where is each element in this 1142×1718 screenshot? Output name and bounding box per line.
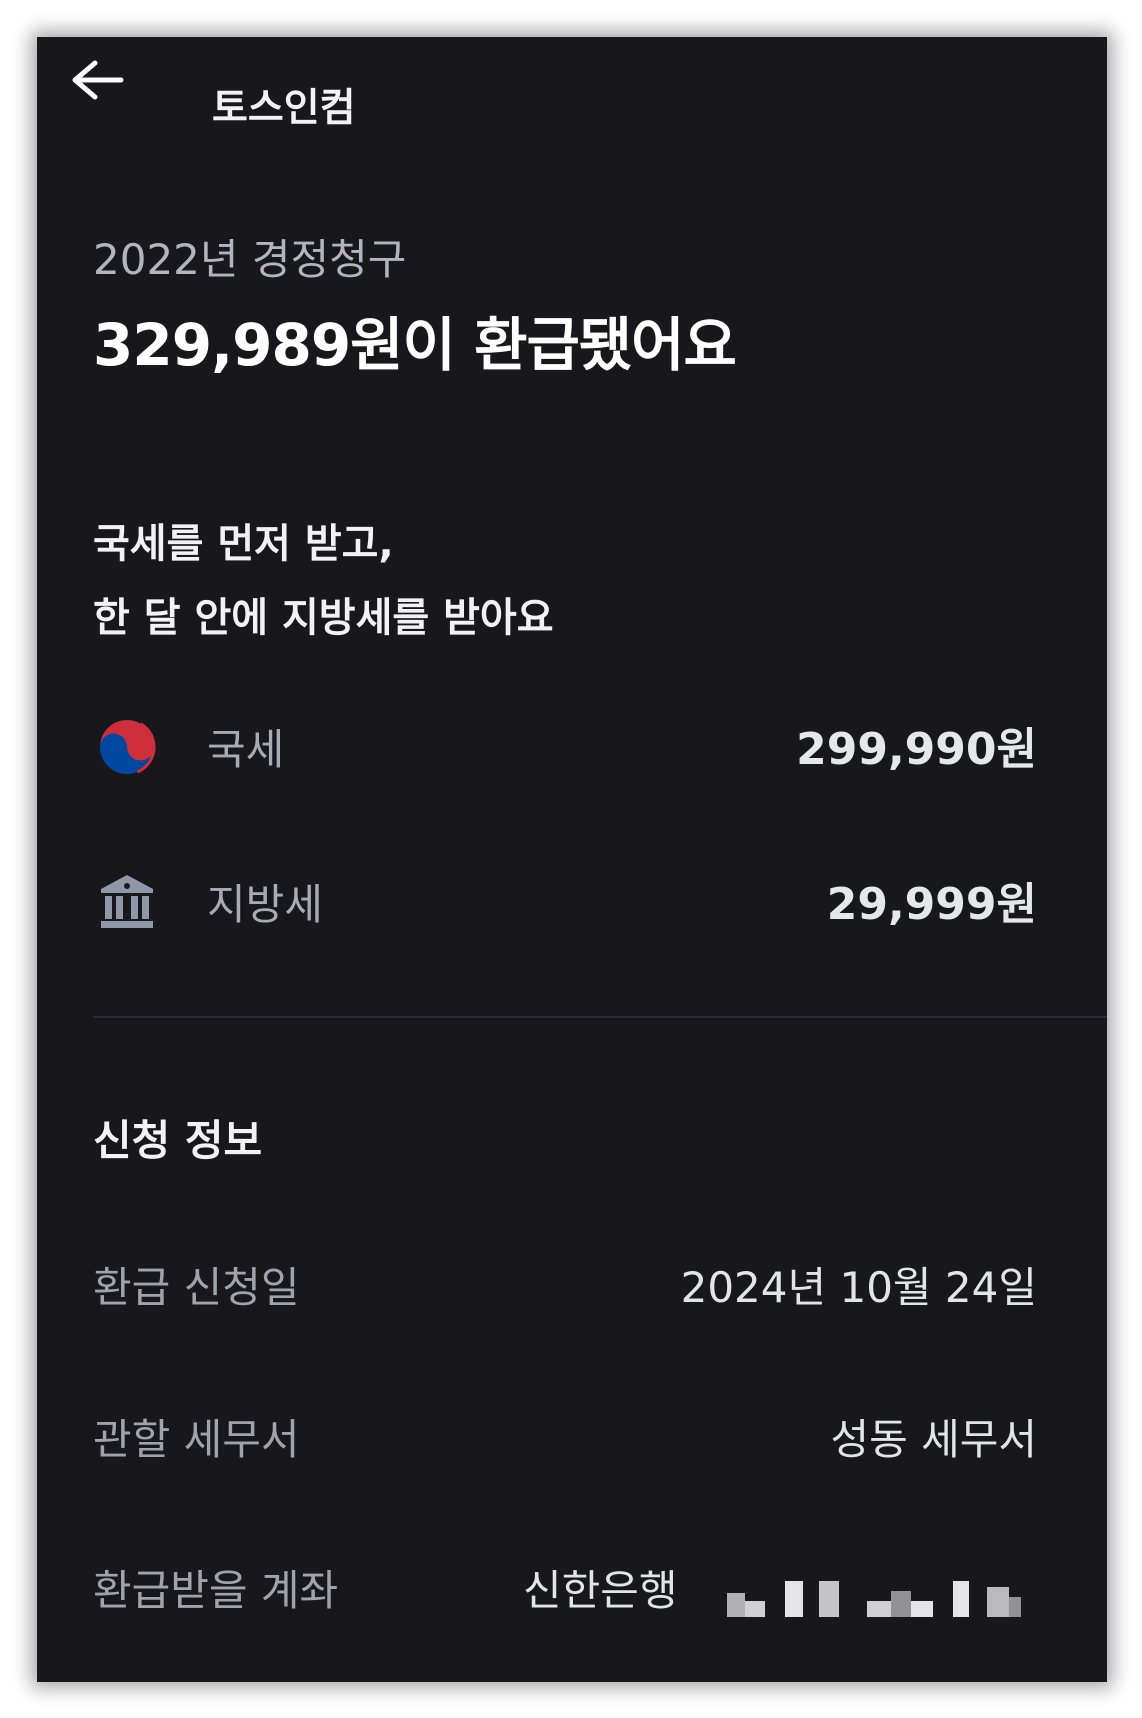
claim-year-label: 2022년 경정청구 [93,235,407,284]
arrow-left-icon [72,60,124,100]
section-divider [93,1016,1107,1018]
tax-office-value: 성동 세무서 [830,1415,1037,1464]
masked-account-number [727,1577,1037,1619]
refund-headline: 329,989원이 환급됐어요 [93,311,737,379]
local-tax-label: 지방세 [207,880,323,929]
page-title: 토스인컴 [212,86,356,131]
app-screen: 토스인컴 2022년 경정청구 329,989원이 환급됐어요 국세를 먼저 받… [37,37,1107,1682]
notice-line-1: 국세를 먼저 받고, [93,521,394,567]
notice-line-2: 한 달 안에 지방세를 받아요 [93,595,554,641]
back-button[interactable] [67,57,127,103]
national-tax-label: 국세 [207,725,285,774]
local-tax-amount: 29,999원 [826,879,1037,930]
request-date-label: 환급 신청일 [93,1263,300,1312]
national-tax-amount: 299,990원 [796,724,1037,775]
national-tax-row: 국세 299,990원 [37,712,1107,792]
local-tax-row: 지방세 29,999원 [37,867,1107,947]
bank-name: 신한은행 [523,1566,678,1615]
refund-account-label: 환급받을 계좌 [93,1566,339,1615]
government-building-icon [97,871,157,931]
application-info-title: 신청 정보 [93,1116,263,1165]
request-date-value: 2024년 10월 24일 [680,1263,1037,1312]
tax-office-label: 관할 세무서 [93,1415,300,1464]
korea-taeguk-icon [97,717,157,777]
